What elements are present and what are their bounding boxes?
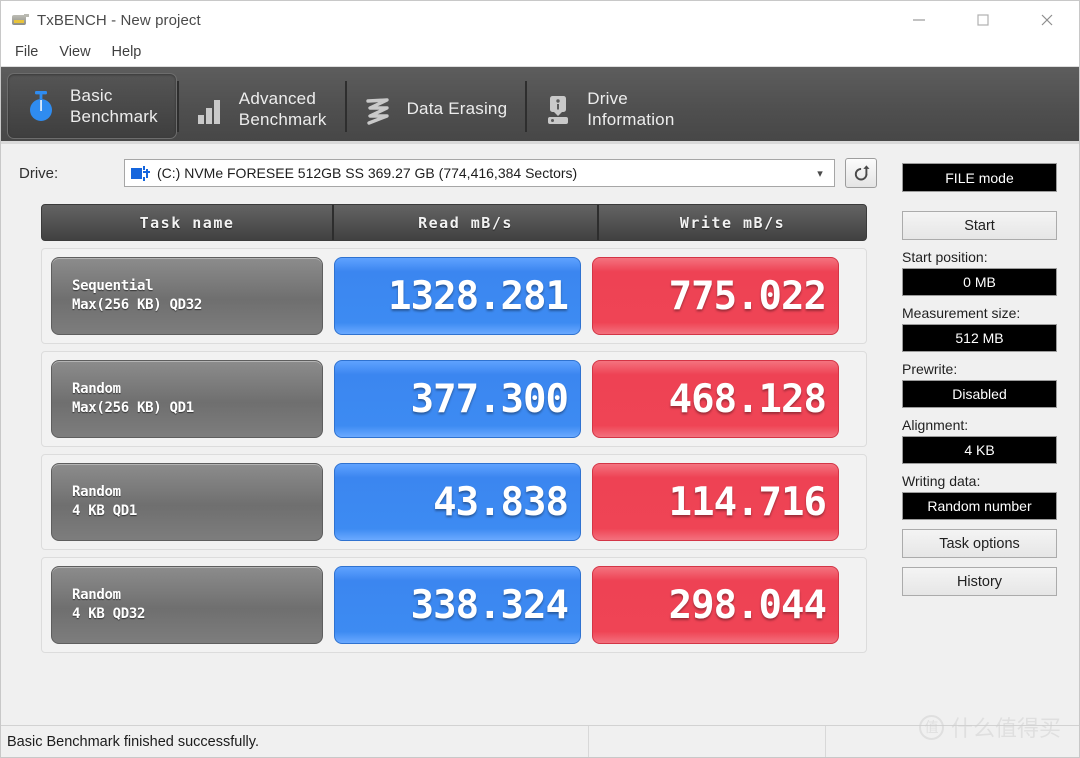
main-content: Drive: (C:) NVMe FORESEE 512GB SS 369.27… (1, 144, 1079, 725)
history-button[interactable]: History (902, 567, 1057, 596)
prewrite-label: Prewrite: (902, 361, 958, 377)
drive-select-value: (C:) NVMe FORESEE 512GB SS 369.27 GB (77… (157, 165, 578, 181)
table-row: Random Max(256 KB) QD1 377.300 468.128 (41, 351, 867, 447)
task-button-random-256kb-qd1[interactable]: Random Max(256 KB) QD1 (51, 360, 323, 438)
tab-drive-information[interactable]: Drive Information (525, 73, 692, 144)
window-controls (887, 1, 1079, 39)
task-button-random-4kb-qd1[interactable]: Random 4 KB QD1 (51, 463, 323, 541)
app-icon (11, 12, 29, 28)
task-button-random-4kb-qd32[interactable]: Random 4 KB QD32 (51, 566, 323, 644)
read-value: 377.300 (334, 360, 581, 438)
read-value: 338.324 (334, 566, 581, 644)
options-sidebar: FILE mode Start Start position: 0 MB Mea… (891, 144, 1079, 725)
write-value: 468.128 (592, 360, 839, 438)
benchmark-table-header: Task name Read mB/s Write mB/s (41, 204, 867, 241)
minimize-icon (913, 19, 925, 21)
txbench-window: TxBENCH - New project File View Help Bas… (0, 0, 1080, 758)
table-row: Random 4 KB QD1 43.838 114.716 (41, 454, 867, 550)
write-value: 298.044 (592, 566, 839, 644)
start-button[interactable]: Start (902, 211, 1057, 240)
task-name-line2: 4 KB QD32 (72, 606, 146, 622)
status-pane-tertiary (826, 726, 1079, 757)
table-row: Random 4 KB QD32 338.324 298.044 (41, 557, 867, 653)
menu-file[interactable]: File (11, 42, 49, 63)
measurement-size-value[interactable]: 512 MB (902, 324, 1057, 352)
task-name-line2: Max(256 KB) QD32 (72, 297, 203, 313)
write-value: 114.716 (592, 463, 839, 541)
table-row: Sequential Max(256 KB) QD32 1328.281 775… (41, 248, 867, 344)
minimize-button[interactable] (887, 1, 951, 39)
title-bar: TxBENCH - New project (1, 1, 1079, 39)
benchmark-table: Task name Read mB/s Write mB/s Sequentia… (41, 204, 867, 653)
tab-data-erasing-label: Data Erasing (406, 99, 508, 118)
start-position-label: Start position: (902, 249, 988, 265)
menu-view[interactable]: View (55, 42, 101, 63)
read-value: 43.838 (334, 463, 581, 541)
column-header-read-mbs: Read mB/s (332, 205, 597, 240)
chevron-down-icon: ▾ (817, 167, 823, 180)
stopwatch-icon (24, 88, 58, 124)
shred-icon (361, 91, 395, 127)
alignment-label: Alignment: (902, 417, 969, 433)
maximize-button[interactable] (951, 1, 1015, 39)
task-name-line2: 4 KB QD1 (72, 503, 138, 519)
bar-chart-icon (193, 91, 227, 127)
tab-advanced-benchmark-label: Advanced Benchmark (238, 88, 327, 129)
refresh-drives-button[interactable] (845, 158, 877, 188)
drive-label: Drive: (19, 164, 59, 182)
menu-help[interactable]: Help (108, 42, 153, 63)
task-options-button[interactable]: Task options (902, 529, 1057, 558)
tab-basic-benchmark[interactable]: Basic Benchmark (7, 73, 177, 139)
tab-basic-benchmark-label: Basic Benchmark (70, 86, 158, 126)
writing-data-value[interactable]: Random number (902, 492, 1057, 520)
status-message: Basic Benchmark finished successfully. (1, 726, 589, 757)
prewrite-value[interactable]: Disabled (902, 380, 1057, 408)
menu-bar: File View Help (1, 39, 1079, 67)
status-pane-secondary (589, 726, 826, 757)
drive-selector-row: Drive: (C:) NVMe FORESEE 512GB SS 369.27… (1, 156, 891, 190)
column-header-task-name: Task name (139, 213, 235, 232)
file-mode-toggle[interactable]: FILE mode (902, 163, 1057, 192)
close-button[interactable] (1015, 1, 1079, 39)
tab-drive-information-label: Drive Information (587, 88, 675, 129)
status-bar: Basic Benchmark finished successfully. (1, 725, 1079, 757)
refresh-icon (854, 164, 869, 180)
window-title: TxBENCH - New project (37, 11, 201, 29)
task-button-sequential-qd32[interactable]: Sequential Max(256 KB) QD32 (51, 257, 323, 335)
read-value: 1328.281 (334, 257, 581, 335)
task-name-line1: Random (72, 587, 121, 603)
measurement-size-label: Measurement size: (902, 305, 1021, 321)
task-name-line1: Sequential (72, 278, 154, 294)
writing-data-label: Writing data: (902, 473, 981, 489)
column-header-write-mbs: Write mB/s (597, 205, 866, 240)
task-name-line1: Random (72, 484, 121, 500)
benchmark-pane: Drive: (C:) NVMe FORESEE 512GB SS 369.27… (1, 144, 891, 725)
alignment-value[interactable]: 4 KB (902, 436, 1057, 464)
maximize-icon (977, 14, 989, 26)
close-icon (1041, 14, 1053, 26)
write-value: 775.022 (592, 257, 839, 335)
start-position-value[interactable]: 0 MB (902, 268, 1057, 296)
tab-advanced-benchmark[interactable]: Advanced Benchmark (176, 73, 345, 144)
task-name-line1: Random (72, 381, 121, 397)
task-name-line2: Max(256 KB) QD1 (72, 400, 194, 416)
drive-info-icon (541, 91, 575, 127)
drive-select[interactable]: (C:) NVMe FORESEE 512GB SS 369.27 GB (77… (124, 159, 835, 187)
tab-strip: Basic Benchmark Advanced Benchmark Data … (1, 67, 1079, 144)
tab-data-erasing[interactable]: Data Erasing (344, 73, 526, 144)
drive-disk-icon (131, 165, 150, 181)
